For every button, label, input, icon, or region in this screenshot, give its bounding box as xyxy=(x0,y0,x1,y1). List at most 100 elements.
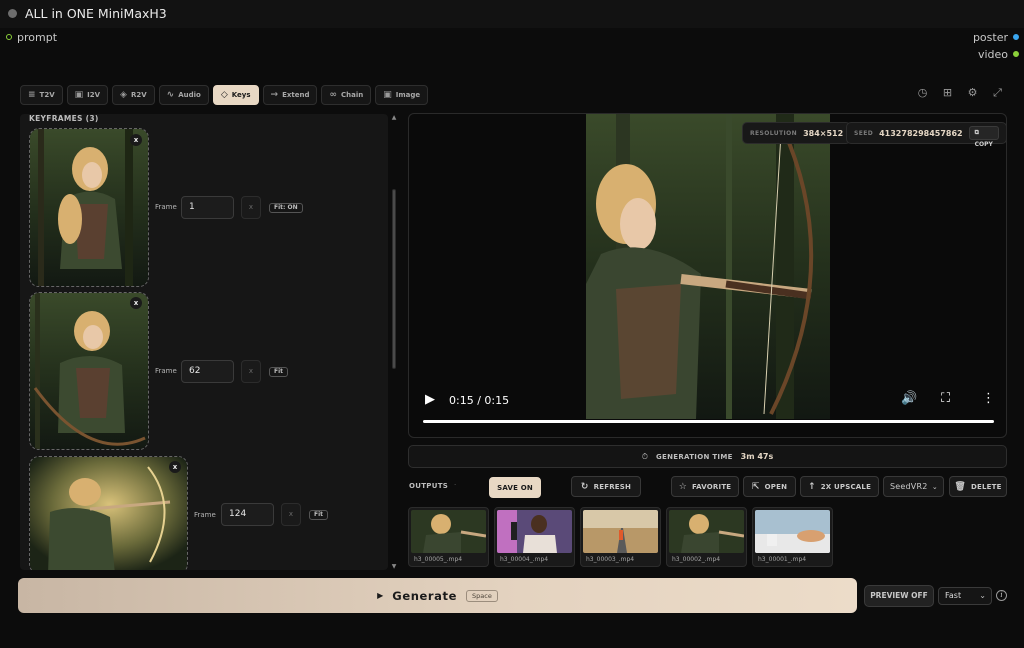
port-dot-icon xyxy=(1013,51,1019,57)
chevron-down-icon: ⌄ xyxy=(979,591,986,600)
video-progress-bar[interactable] xyxy=(423,420,994,423)
save-toggle-button[interactable]: SAVE ON xyxy=(489,477,541,498)
output-thumbnail[interactable]: h3_00002_.mp4 xyxy=(666,507,747,567)
thumbnail-image xyxy=(669,510,744,553)
fit-toggle[interactable]: Fit: ON xyxy=(269,203,303,213)
tab-r2v[interactable]: ◈ R2V xyxy=(112,85,155,105)
fit-toggle[interactable]: Fit xyxy=(309,510,329,520)
image-icon: ▣ xyxy=(74,90,84,100)
play-icon[interactable]: ▶ xyxy=(425,392,435,407)
output-port-video[interactable]: video xyxy=(977,48,1019,61)
frame-input[interactable]: 1 xyxy=(181,196,234,219)
preview-toggle-button[interactable]: PREVIEW OFF xyxy=(864,585,934,607)
keyframe-image[interactable] xyxy=(29,456,188,570)
expand-icon[interactable]: ⤢ xyxy=(991,86,1004,100)
refresh-button[interactable]: ↻ REFRESH xyxy=(571,476,641,497)
clear-frame-button[interactable]: x xyxy=(281,503,301,526)
collapse-dot-icon[interactable] xyxy=(8,9,17,18)
frame-label: Frame xyxy=(155,367,177,375)
outputs-label: OUTPUTS xyxy=(409,482,449,490)
link-icon: ∞ xyxy=(329,90,337,100)
node-title: ALL in ONE MiniMaxH3 xyxy=(25,6,167,21)
thumbnail-image xyxy=(497,510,572,553)
thumbnail-filename: h3_00005_.mp4 xyxy=(414,556,463,563)
generate-button[interactable]: ▶ Generate Space xyxy=(18,578,857,613)
copy-seed-button[interactable]: ⧉ COPY xyxy=(968,126,999,148)
tab-audio[interactable]: ∿ Audio xyxy=(158,85,209,105)
more-options-icon[interactable]: ⋮ xyxy=(982,391,995,406)
tab-chain[interactable]: ∞ Chain xyxy=(321,85,372,105)
output-thumbnail[interactable]: h3_00004_.mp4 xyxy=(494,507,575,567)
speed-select[interactable]: Fast ⌄ xyxy=(938,587,992,605)
port-label: poster xyxy=(972,31,1008,44)
play-icon: ▶ xyxy=(377,591,384,600)
thumbnail-image xyxy=(411,510,486,553)
clear-frame-button[interactable]: x xyxy=(241,196,261,219)
keyboard-shortcut-badge: Space xyxy=(466,589,498,602)
favorite-button[interactable]: ☆ FAVORITE xyxy=(671,476,739,497)
volume-icon[interactable]: 🔊 xyxy=(901,391,917,406)
upscale-button[interactable]: ↑ 2X UPSCALE xyxy=(800,476,879,497)
thumbnail-filename: h3_00001_.mp4 xyxy=(758,556,807,563)
frame-input[interactable]: 124 xyxy=(221,503,274,526)
keyframes-header: KEYFRAMES (3) xyxy=(29,114,99,123)
text-lines-icon: ≡ xyxy=(28,90,36,100)
star-icon: ☆ xyxy=(678,481,687,492)
port-dot-icon xyxy=(6,34,12,40)
mode-tabs: ≡ T2V ▣ I2V ◈ R2V ∿ Audio ◇ Keys → Extend ∞ Cha… xyxy=(20,85,429,105)
scroll-thumb[interactable] xyxy=(392,189,396,369)
external-link-icon: ⇱ xyxy=(751,481,760,492)
chevron-down-icon: ⌄ xyxy=(931,482,938,491)
gear-icon[interactable]: ⚙ xyxy=(966,86,979,100)
history-icon[interactable]: ◷ xyxy=(916,86,929,100)
remove-keyframe-button[interactable]: x xyxy=(130,297,142,309)
title-bar: ALL in ONE MiniMaxH3 xyxy=(0,0,1024,28)
tab-extend[interactable]: → Extend xyxy=(262,85,318,105)
clear-frame-button[interactable]: x xyxy=(241,360,261,383)
image-icon: ▣ xyxy=(383,90,392,100)
remove-keyframe-button[interactable]: x xyxy=(130,134,142,146)
scroll-down-icon[interactable]: ▼ xyxy=(390,563,398,570)
tab-t2v[interactable]: ≡ T2V xyxy=(20,85,63,105)
frame-input[interactable]: 62 xyxy=(181,360,234,383)
port-dot-icon xyxy=(1013,34,1019,40)
arrow-right-icon: → xyxy=(270,90,279,100)
tab-keys[interactable]: ◇ Keys xyxy=(212,85,259,105)
output-port-poster[interactable]: poster xyxy=(972,31,1019,44)
tab-i2v[interactable]: ▣ I2V xyxy=(66,85,109,105)
keyframes-scrollbar[interactable]: ▲ ▼ xyxy=(390,114,398,570)
keyframes-panel: KEYFRAMES (3) x Frame 1 x Fit: ON x Fram… xyxy=(20,114,388,570)
scroll-up-icon[interactable]: ▲ xyxy=(390,114,398,121)
video-frame xyxy=(586,114,830,419)
output-thumbnail[interactable]: h3_00003_.mp4 xyxy=(580,507,661,567)
upscaler-select[interactable]: SeedVR2 ⌄ xyxy=(883,476,944,497)
toolbar-icons: ◷ ⊞ ⚙ ⤢ xyxy=(916,86,1004,100)
fit-toggle[interactable]: Fit xyxy=(269,367,289,377)
timer-icon: ⏱ xyxy=(641,451,648,461)
input-port-prompt[interactable]: prompt xyxy=(6,31,57,44)
delete-button[interactable]: 🗑 DELETE xyxy=(949,476,1007,497)
keyframe-image[interactable] xyxy=(29,292,149,450)
thumbnail-image xyxy=(583,510,658,553)
port-label: prompt xyxy=(17,31,58,44)
diamond-icon: ◇ xyxy=(220,90,228,100)
port-label: video xyxy=(977,48,1008,61)
output-thumbnail[interactable]: h3_00001_.mp4 xyxy=(752,507,833,567)
output-thumbnail[interactable]: h3_00005_.mp4 xyxy=(408,507,489,567)
frame-label: Frame xyxy=(155,203,177,211)
frame-label: Frame xyxy=(194,511,216,519)
keyframe-image[interactable] xyxy=(29,128,149,287)
info-icon[interactable]: i xyxy=(996,590,1007,601)
video-player[interactable]: RESOLUTION 384×512 SEED 413278298457862 … xyxy=(408,113,1007,438)
generation-time-bar: ⏱ GENERATION TIME 3m 47s xyxy=(408,445,1007,468)
open-button[interactable]: ⇱ OPEN xyxy=(743,476,796,497)
trash-icon: 🗑 xyxy=(954,481,967,492)
refresh-icon: ↻ xyxy=(580,481,589,492)
remove-keyframe-button[interactable]: x xyxy=(169,461,181,473)
grid-icon[interactable]: ⊞ xyxy=(941,86,954,100)
fullscreen-icon[interactable]: ⛶ xyxy=(941,391,950,406)
outputs-separator: · xyxy=(454,481,457,489)
tab-image[interactable]: ▣ Image xyxy=(375,85,429,105)
thumbnail-filename: h3_00004_.mp4 xyxy=(500,556,549,563)
seed-chip: SEED 413278298457862 ⧉ COPY xyxy=(846,122,1006,148)
